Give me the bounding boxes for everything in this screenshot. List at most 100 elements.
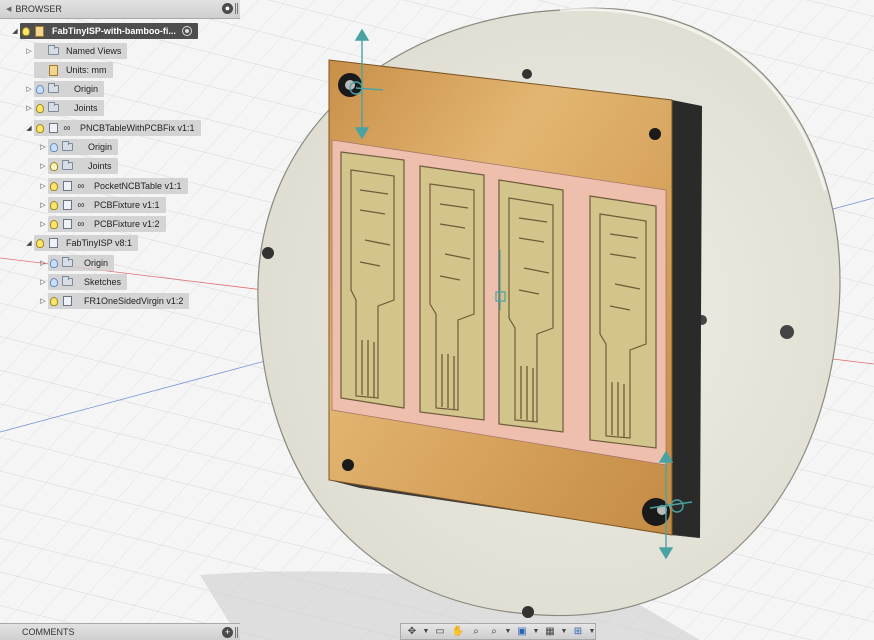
pan-icon[interactable]: ✋: [451, 626, 465, 638]
expand-triangle-icon[interactable]: ◢: [10, 23, 20, 39]
pcb-board: [589, 195, 657, 449]
tree-item-label: Units: mm: [66, 65, 107, 75]
add-icon[interactable]: ●: [222, 3, 233, 14]
tree-item-label: Origin: [74, 84, 99, 94]
lightbulb-icon[interactable]: [48, 216, 60, 232]
navigation-toolbar: ✥ ▼ ▭ ✋ ⌕ ⌕ ▼ ▣ ▼ ▦ ▼ ⊞ ▼: [400, 623, 596, 640]
link-icon: ∞: [77, 218, 85, 230]
expand-triangle-icon[interactable]: ▷: [38, 139, 48, 155]
tree-item-label: PNCBTableWithPCBFix v1:1: [80, 123, 195, 133]
chevron-down-icon[interactable]: ▼: [423, 626, 430, 638]
folder-icon: [46, 43, 60, 59]
component-icon: [60, 216, 74, 232]
chevron-down-icon[interactable]: ▼: [533, 626, 540, 638]
lightbulb-icon[interactable]: [48, 158, 60, 174]
tree-item-label: Origin: [84, 258, 109, 268]
panel-grip-icon[interactable]: [235, 627, 238, 638]
component-icon: [60, 197, 74, 213]
expand-triangle-icon[interactable]: ▷: [38, 293, 48, 309]
board-hole: [649, 128, 661, 140]
tree-item-origin[interactable]: ▷ Origin: [24, 81, 105, 97]
browser-header[interactable]: ◀ BROWSER ●: [0, 0, 240, 19]
disc-hole: [522, 606, 534, 618]
tree-item-label: PCBFixture v1:1: [94, 200, 160, 210]
pcb-board: [419, 165, 485, 421]
expand-triangle-icon[interactable]: ▷: [38, 178, 48, 194]
folder-icon: [60, 139, 74, 155]
lightbulb-icon[interactable]: [48, 255, 60, 271]
tree-item-named-views[interactable]: ▷ Named Views: [24, 43, 128, 59]
lightbulb-icon[interactable]: [48, 293, 60, 309]
board-side: [672, 100, 702, 538]
expand-triangle-icon[interactable]: ▷: [38, 197, 48, 213]
expand-triangle-icon[interactable]: ◢: [24, 235, 34, 251]
tree-item-label: FR1OneSidedVirgin v1:2: [84, 296, 184, 306]
component-icon: [60, 293, 74, 309]
comments-panel[interactable]: COMMENTS +: [0, 623, 240, 640]
expand-triangle-icon[interactable]: ▷: [24, 81, 34, 97]
lightbulb-icon[interactable]: [48, 274, 60, 290]
tree-item-pcbfixture-1[interactable]: ▷ ∞ PCBFixture v1:1: [38, 197, 166, 213]
grid-icon[interactable]: ▦: [543, 626, 557, 638]
viewports-icon[interactable]: ⊞: [571, 626, 585, 638]
tree-item-origin[interactable]: ▷ Origin: [38, 139, 119, 155]
expand-triangle-icon[interactable]: ▷: [24, 100, 34, 116]
folder-icon: [46, 100, 60, 116]
chevron-down-icon[interactable]: ▼: [561, 626, 568, 638]
tree-item-pcbfixture-2[interactable]: ▷ ∞ PCBFixture v1:2: [38, 216, 166, 232]
tree-root-row[interactable]: ◢ FabTinyISP-with-bamboo-fi...: [10, 23, 198, 39]
tree-item-joints[interactable]: ▷ Joints: [24, 100, 104, 116]
display-settings-icon[interactable]: ▣: [515, 626, 529, 638]
canvas-viewport[interactable]: [0, 0, 874, 640]
tree-item-fr1onesidedvirgin[interactable]: ▷ FR1OneSidedVirgin v1:2: [38, 293, 190, 309]
lightbulb-icon[interactable]: [34, 235, 46, 251]
disc-hole: [262, 247, 274, 259]
expand-triangle-icon[interactable]: ▷: [38, 255, 48, 271]
link-icon: ∞: [63, 122, 71, 134]
tree-root-label: FabTinyISP-with-bamboo-fi...: [52, 26, 176, 36]
folder-icon: [60, 158, 74, 174]
collapse-icon[interactable]: ◀: [6, 5, 11, 13]
tree-item-joints[interactable]: ▷ Joints: [38, 158, 118, 174]
expand-triangle-icon[interactable]: ◢: [24, 120, 34, 136]
chevron-down-icon[interactable]: ▼: [589, 626, 596, 638]
folder-icon: [60, 255, 74, 271]
tree-item-label: PCBFixture v1:2: [94, 219, 160, 229]
expand-triangle-icon[interactable]: ▷: [38, 216, 48, 232]
tree-item-label: Joints: [88, 161, 112, 171]
expand-triangle-icon[interactable]: ▷: [38, 158, 48, 174]
lightbulb-icon[interactable]: [34, 120, 46, 136]
tree-item-pocketncbtable[interactable]: ▷ ∞ PocketNCBTable v1:1: [38, 178, 188, 194]
tree-item-label: FabTinyISP v8:1: [66, 238, 133, 248]
pcb-board: [498, 179, 564, 433]
tree-item-pncbtable[interactable]: ◢ ∞ PNCBTableWithPCBFix v1:1: [24, 120, 201, 136]
activate-radio-icon[interactable]: [181, 26, 192, 36]
tree-item-units[interactable]: Units: mm: [24, 62, 113, 78]
document-icon: [32, 23, 46, 39]
panel-grip-icon[interactable]: [235, 3, 238, 14]
lightbulb-icon[interactable]: [48, 139, 60, 155]
expand-triangle-icon[interactable]: ▷: [24, 43, 34, 59]
lightbulb-icon[interactable]: [34, 81, 46, 97]
orbit-icon[interactable]: ✥: [405, 626, 419, 638]
tree-item-fabtinyisp[interactable]: ◢ FabTinyISP v8:1: [24, 235, 139, 251]
add-comment-icon[interactable]: +: [222, 627, 233, 638]
folder-icon: [60, 274, 74, 290]
look-at-icon[interactable]: ▭: [433, 626, 447, 638]
tree-item-sketches[interactable]: ▷ Sketches: [38, 274, 128, 290]
lightbulb-icon[interactable]: [20, 23, 32, 39]
disc-hole: [522, 69, 532, 79]
lightbulb-icon[interactable]: [48, 197, 60, 213]
lightbulb-icon[interactable]: [48, 178, 60, 194]
link-icon: ∞: [77, 199, 85, 211]
tree-item-label: Origin: [88, 142, 113, 152]
component-icon: [46, 235, 60, 251]
tree-item-label: Named Views: [66, 46, 122, 56]
tree-item-origin[interactable]: ▷ Origin: [38, 255, 115, 271]
zoom-icon[interactable]: ⌕: [469, 626, 483, 638]
comments-title: COMMENTS: [22, 627, 75, 637]
chevron-down-icon[interactable]: ▼: [505, 626, 512, 638]
zoom-window-icon[interactable]: ⌕: [487, 626, 501, 638]
lightbulb-icon[interactable]: [34, 100, 46, 116]
expand-triangle-icon[interactable]: ▷: [38, 274, 48, 290]
